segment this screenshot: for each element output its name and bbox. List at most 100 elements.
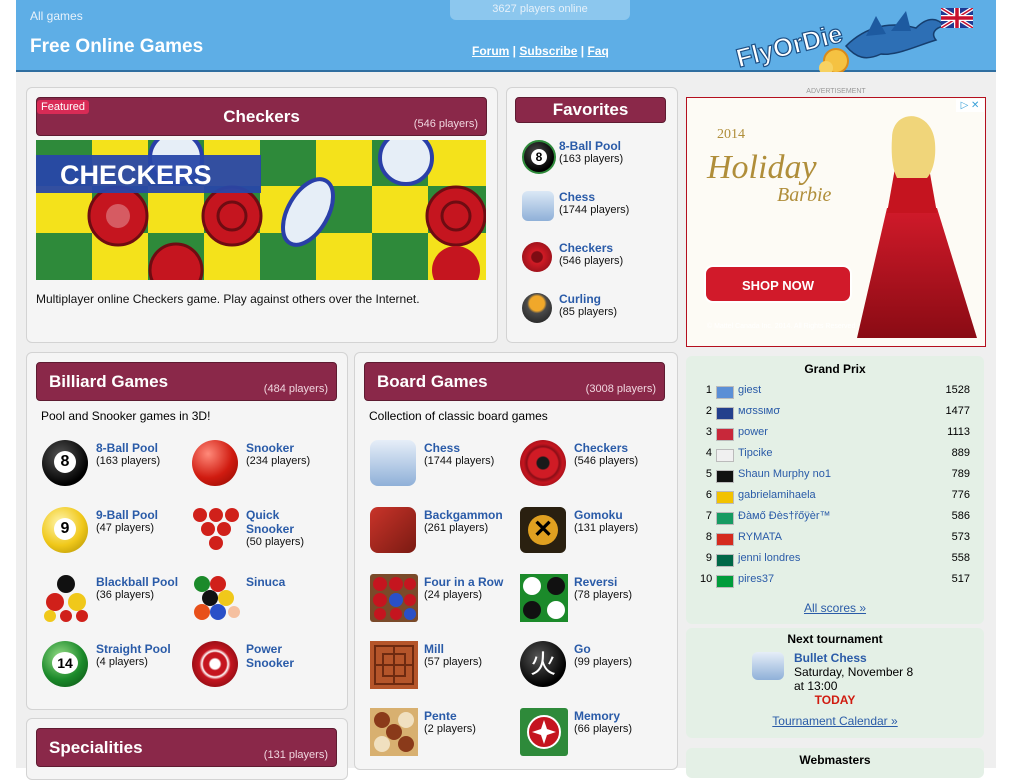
country-flag-icon xyxy=(716,575,734,588)
player-score: 776 xyxy=(951,489,970,501)
advertisement[interactable]: 2014 Holiday Barbie SHOP NOW © Mattel Ca… xyxy=(686,97,986,347)
checkers-icon[interactable] xyxy=(520,440,566,486)
game-checkers[interactable]: Checkers (546 players) xyxy=(574,441,694,467)
board-title-bar[interactable]: Board Games (3008 players) xyxy=(364,362,665,401)
eight-ball-icon[interactable]: 8 xyxy=(42,440,88,486)
grand-prix-row[interactable]: 2 ᴍσѕѕιмσ 1477 xyxy=(700,405,970,421)
country-flag-icon xyxy=(716,491,734,504)
fav-item-chess[interactable]: Chess (1744 players) xyxy=(559,190,679,216)
power-snooker-icon[interactable] xyxy=(192,641,238,687)
grand-prix-row[interactable]: 4 Tipcike 889 xyxy=(700,447,970,463)
game-go[interactable]: Go (99 players) xyxy=(574,642,694,668)
chess-icon[interactable] xyxy=(522,191,554,221)
player-name[interactable]: Tipcike xyxy=(738,447,772,459)
player-name[interactable]: giest xyxy=(738,384,761,396)
grand-prix-row[interactable]: 8 RYMATA 573 xyxy=(700,531,970,547)
tournament-info[interactable]: Bullet Chess Saturday, November 8 at 13:… xyxy=(794,651,913,693)
billiard-count: (484 players) xyxy=(263,383,328,395)
all-scores-link[interactable]: All scores » xyxy=(686,601,984,615)
forum-link[interactable]: Forum xyxy=(472,44,509,58)
grand-prix-row[interactable]: 6 gabrielamihaela 776 xyxy=(700,489,970,505)
rank-number: 9 xyxy=(705,552,712,564)
player-name[interactable]: pires37 xyxy=(738,573,774,585)
grand-prix-row[interactable]: 9 jenni londres 558 xyxy=(700,552,970,568)
grand-prix-row[interactable]: 10 pires37 517 xyxy=(700,573,970,589)
ad-choices-icon[interactable]: ▷ ✕ xyxy=(956,99,984,112)
pente-icon[interactable] xyxy=(370,708,418,756)
player-score: 573 xyxy=(951,531,970,543)
featured-checkers-banner[interactable]: CHECKERS xyxy=(36,140,486,280)
four-in-a-row-icon[interactable] xyxy=(370,574,418,622)
player-score: 1477 xyxy=(945,405,970,417)
game-power-snooker[interactable]: Power Snooker xyxy=(246,642,366,670)
featured-title-bar[interactable]: Featured Checkers (546 players) xyxy=(36,97,487,136)
fav-item-curling[interactable]: Curling (85 players) xyxy=(559,292,679,318)
grand-prix-row[interactable]: 1 giest 1528 xyxy=(700,384,970,400)
country-flag-icon xyxy=(716,470,734,483)
player-score: 586 xyxy=(951,510,970,522)
eight-ball-icon[interactable]: 8 xyxy=(522,140,556,174)
tournament-today: TODAY xyxy=(814,693,856,707)
player-name[interactable]: gabrielamihaela xyxy=(738,489,816,501)
featured-count: (546 players) xyxy=(413,118,478,130)
blackball-icon[interactable] xyxy=(42,574,90,622)
memory-icon[interactable] xyxy=(520,708,568,756)
checkers-icon[interactable] xyxy=(522,242,552,272)
game-gomoku[interactable]: Gomoku (131 players) xyxy=(574,508,694,534)
player-name[interactable]: RYMATA xyxy=(738,531,782,543)
billiard-description: Pool and Snooker games in 3D! xyxy=(41,409,211,423)
tournament-title: Next tournament xyxy=(787,632,883,646)
specialities-title: Specialities xyxy=(49,738,143,757)
svg-text:Barbie: Barbie xyxy=(777,184,832,206)
game-quick-snooker[interactable]: Quick Snooker (50 players) xyxy=(246,508,366,548)
curling-icon[interactable] xyxy=(522,293,552,323)
fav-item-checkers[interactable]: Checkers (546 players) xyxy=(559,241,679,267)
country-flag-icon xyxy=(716,407,734,420)
sinuca-icon[interactable] xyxy=(192,574,240,622)
rank-number: 7 xyxy=(705,510,712,522)
grand-prix-row[interactable]: 5 Shaun Murphy no1 789 xyxy=(700,468,970,484)
player-score: 1528 xyxy=(945,384,970,396)
player-score: 558 xyxy=(951,552,970,564)
game-snooker[interactable]: Snooker (234 players) xyxy=(246,441,366,467)
grand-prix-title: Grand Prix xyxy=(804,362,866,376)
nine-ball-icon[interactable]: 9 xyxy=(42,507,88,553)
straight-pool-icon[interactable]: 14 xyxy=(42,641,88,687)
grand-prix-row[interactable]: 3 power 1113 xyxy=(700,426,970,442)
board-count: (3008 players) xyxy=(585,383,656,395)
grand-prix-row[interactable]: 7 Ðàмő Ðès†řőÿèr™ 586 xyxy=(700,510,970,526)
tournament-date: Saturday, November 8 xyxy=(794,665,914,679)
specialities-title-bar[interactable]: Specialities (131 players) xyxy=(36,728,337,767)
country-flag-icon xyxy=(716,512,734,525)
country-flag-icon xyxy=(716,428,734,441)
snooker-ball-icon[interactable] xyxy=(192,440,238,486)
svg-text:2014: 2014 xyxy=(717,127,745,142)
player-name[interactable]: Shaun Murphy no1 xyxy=(738,468,831,480)
player-score: 1113 xyxy=(947,426,970,438)
go-icon[interactable]: 火 xyxy=(520,641,566,687)
tournament-calendar-link[interactable]: Tournament Calendar » xyxy=(686,714,984,728)
dice-icon[interactable] xyxy=(370,507,416,553)
featured-description: Multiplayer online Checkers game. Play a… xyxy=(36,292,420,306)
gomoku-icon[interactable]: ✕ xyxy=(520,507,566,553)
country-flag-icon xyxy=(716,449,734,462)
breadcrumb-all-games[interactable]: All games xyxy=(30,9,83,23)
uk-flag-icon[interactable] xyxy=(941,8,973,28)
fav-item-8-ball-pool[interactable]: 8-Ball Pool (163 players) xyxy=(559,139,679,165)
subscribe-link[interactable]: Subscribe xyxy=(519,44,577,58)
billiard-title-bar[interactable]: Billiard Games (484 players) xyxy=(36,362,337,401)
player-name[interactable]: Ðàмő Ðès†řőÿèr™ xyxy=(738,510,831,522)
quick-snooker-icon[interactable] xyxy=(192,507,240,555)
chess-icon[interactable] xyxy=(370,440,416,486)
country-flag-icon xyxy=(716,554,734,567)
player-name[interactable]: power xyxy=(738,426,768,438)
game-memory[interactable]: Memory (66 players) xyxy=(574,709,694,735)
player-name[interactable]: ᴍσѕѕιмσ xyxy=(738,405,780,417)
player-name[interactable]: jenni londres xyxy=(738,552,800,564)
reversi-icon[interactable] xyxy=(520,574,568,622)
faq-link[interactable]: Faq xyxy=(587,44,608,58)
game-reversi[interactable]: Reversi (78 players) xyxy=(574,575,694,601)
game-sinuca[interactable]: Sinuca xyxy=(246,575,366,589)
specialities-count: (131 players) xyxy=(263,749,328,761)
mill-icon[interactable] xyxy=(370,641,418,689)
